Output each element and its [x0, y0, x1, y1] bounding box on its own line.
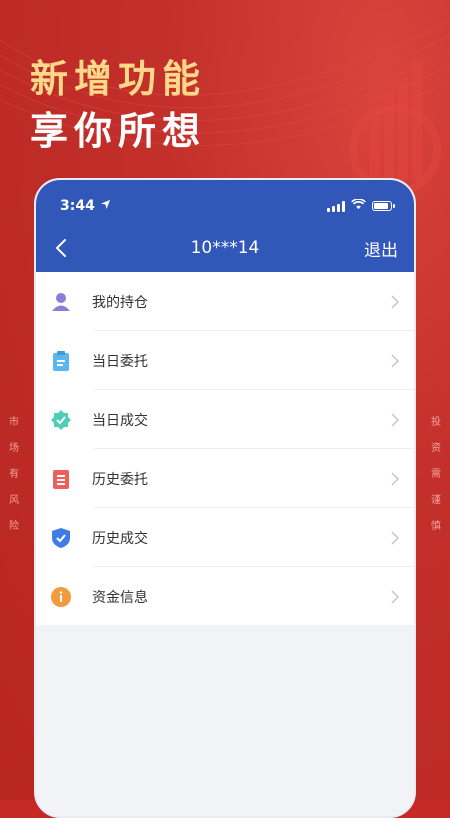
- document-icon: [50, 468, 72, 490]
- chevron-left-icon: [55, 239, 66, 257]
- promo-headline-2: 享你所想: [30, 109, 207, 153]
- menu-item-label: 当日成交: [92, 412, 148, 429]
- risk-char: 需: [431, 469, 441, 480]
- cellular-signal-icon: [327, 200, 345, 212]
- menu-item-fund-info[interactable]: 资金信息: [36, 567, 414, 626]
- promo-headline-1: 新增功能: [30, 57, 207, 101]
- risk-char: 场: [9, 443, 19, 454]
- nav-bar: 10***14 退出: [36, 236, 414, 261]
- menu-item-history-trades[interactable]: 历史成交: [36, 508, 414, 567]
- account-title: 10***14: [190, 238, 260, 258]
- location-arrow-icon: [100, 199, 111, 213]
- menu-list: 我的持仓 当日委托 当日成交 历史委托 历史成交 资金信息: [36, 272, 414, 626]
- risk-char: 市: [9, 417, 19, 428]
- menu-item-label: 我的持仓: [92, 294, 148, 311]
- status-time: 3:44: [60, 198, 95, 214]
- logout-button[interactable]: 退出: [364, 236, 398, 261]
- chevron-right-icon: [391, 530, 400, 545]
- chevron-right-icon: [391, 353, 400, 368]
- risk-char: 有: [9, 469, 19, 480]
- risk-char: 谨: [431, 495, 441, 506]
- menu-item-today-trades[interactable]: 当日成交: [36, 390, 414, 449]
- menu-item-label: 历史委托: [92, 471, 148, 488]
- menu-item-today-orders[interactable]: 当日委托: [36, 331, 414, 390]
- clipboard-icon: [50, 350, 72, 372]
- chevron-right-icon: [391, 294, 400, 309]
- info-icon: [50, 586, 72, 608]
- shield-check-icon: [50, 527, 72, 549]
- wifi-icon: [351, 198, 366, 214]
- battery-icon: [372, 201, 395, 211]
- menu-item-holdings[interactable]: 我的持仓: [36, 272, 414, 331]
- status-bar: 3:44: [60, 196, 395, 216]
- risk-warning-left: 市 场 有 风 险: [8, 410, 20, 540]
- risk-warning-right: 投 资 需 谨 慎: [430, 410, 442, 540]
- menu-item-label: 历史成交: [92, 530, 148, 547]
- risk-char: 险: [9, 521, 19, 532]
- menu-item-history-orders[interactable]: 历史委托: [36, 449, 414, 508]
- phone-mockup: 3:44 10***14 退出 我的持仓 当日委托 当日成交 历史委托 历史成交…: [34, 178, 416, 818]
- user-icon: [50, 291, 72, 313]
- risk-char: 慎: [431, 521, 441, 532]
- risk-char: 投: [431, 417, 441, 428]
- risk-char: 风: [9, 495, 19, 506]
- risk-char: 资: [431, 443, 441, 454]
- chevron-right-icon: [391, 412, 400, 427]
- empty-content-area: [36, 625, 414, 816]
- back-button[interactable]: [50, 236, 74, 260]
- check-badge-icon: [50, 409, 72, 431]
- header-bar: 3:44 10***14 退出: [36, 180, 414, 272]
- menu-item-label: 当日委托: [92, 353, 148, 370]
- chevron-right-icon: [391, 471, 400, 486]
- menu-item-label: 资金信息: [92, 589, 148, 606]
- chevron-right-icon: [391, 589, 400, 604]
